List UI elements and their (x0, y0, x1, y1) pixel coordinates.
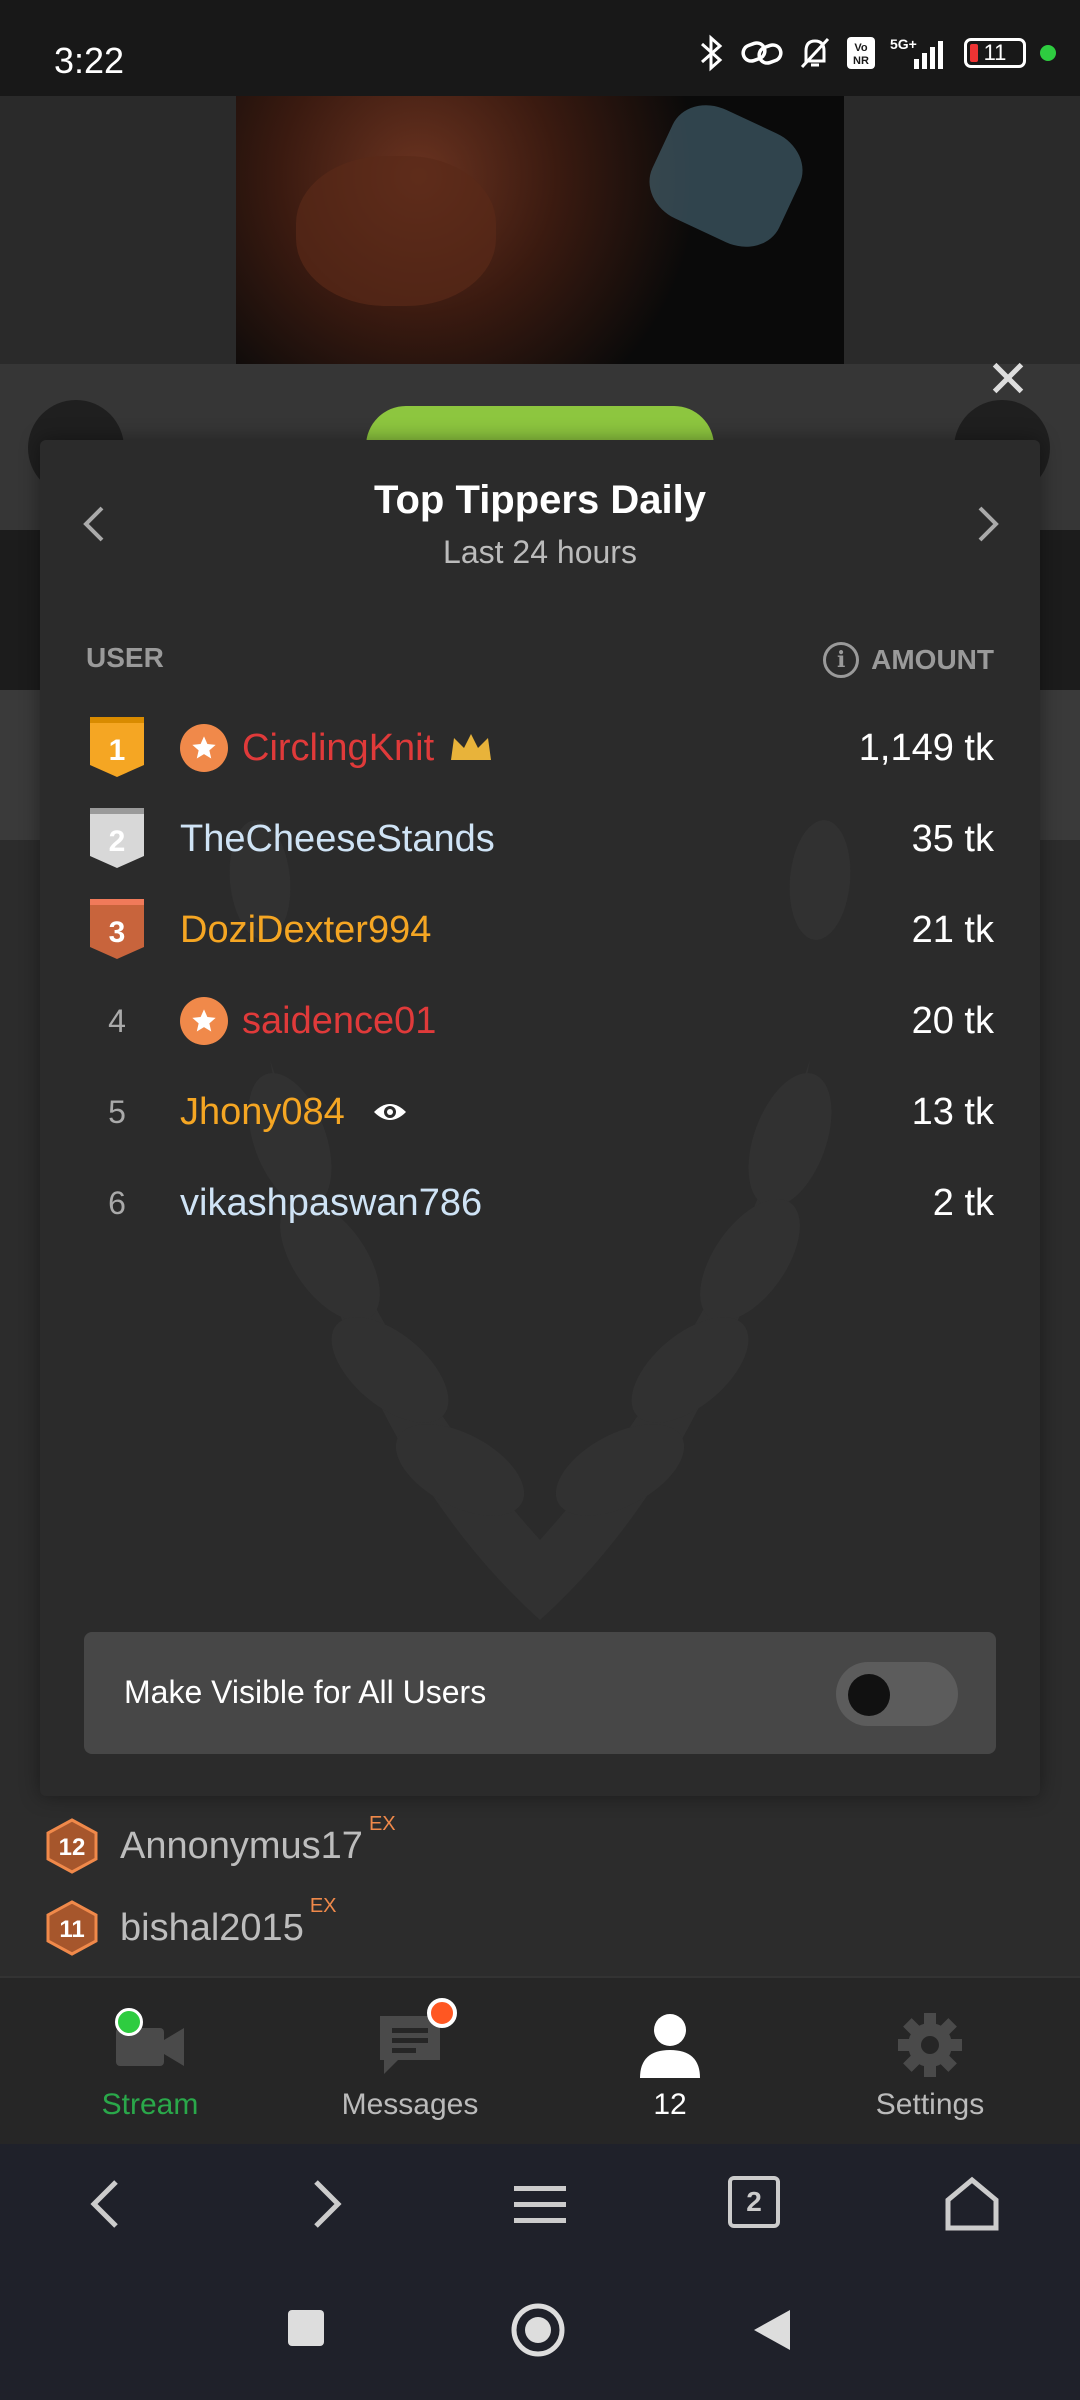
column-header-amount[interactable]: i AMOUNT (823, 642, 994, 678)
unread-badge-dot (427, 1998, 457, 2028)
status-icons: Vo NR 5G+ 11 (698, 34, 1056, 72)
fan-star-icon (180, 724, 228, 772)
gear-icon (898, 2013, 962, 2077)
column-header-user: USER (86, 642, 164, 673)
tip-amount: 1,149 tk (858, 726, 994, 769)
tab-messages[interactable]: Messages (275, 1978, 545, 2146)
username[interactable]: Jhony084 (180, 1091, 345, 1134)
bronze-rank-badge-icon: 3 (90, 899, 144, 959)
tab-label: Settings (875, 2088, 985, 2121)
leaderboard-row[interactable]: 3 DoziDexter994 21 tk (40, 890, 1040, 970)
username[interactable]: bishal2015 (120, 1907, 304, 1950)
video-preview[interactable] (236, 96, 844, 364)
username[interactable]: Annonymus17 (120, 1825, 363, 1868)
rank-number: 6 (108, 1184, 126, 1221)
tip-amount: 20 tk (911, 999, 994, 1042)
home-icon[interactable] (942, 2174, 1002, 2234)
eye-icon (373, 1104, 406, 1120)
list-item[interactable]: 12 Annonymus17 EX (44, 1813, 396, 1874)
close-icon[interactable]: ✕ (980, 352, 1036, 408)
leaderboard-row[interactable]: 5 Jhony084 13 tk (40, 1072, 1040, 1152)
svg-text:NR: NR (853, 55, 869, 67)
visibility-toggle-label: Make Visible for All Users (124, 1674, 487, 1710)
leaderboard-row[interactable]: 1 CirclingKnit 1,149 tk (40, 708, 1040, 788)
menu-icon[interactable] (510, 2174, 570, 2234)
username[interactable]: TheCheeseStands (180, 818, 495, 861)
signal-icon: 5G+ (890, 36, 943, 69)
visibility-toggle[interactable] (836, 1662, 958, 1726)
bluetooth-icon (701, 34, 723, 72)
fan-star-icon (180, 997, 228, 1045)
rank-number: 2 (109, 825, 126, 858)
leaderboard-row[interactable]: 6 vikashpaswan786 2 tk (40, 1163, 1040, 1243)
tab-users[interactable]: 12 (535, 1978, 805, 2146)
forward-arrow-icon[interactable] (294, 2174, 354, 2234)
gold-rank-badge-icon: 1 (90, 717, 144, 777)
battery-icon: 11 (964, 38, 1026, 68)
svg-text:Vo: Vo (854, 42, 868, 54)
system-navigation-bar (0, 2264, 1080, 2400)
username[interactable]: DoziDexter994 (180, 909, 431, 952)
level-badge-icon: 12 (46, 1818, 98, 1874)
silver-rank-badge-icon: 2 (90, 808, 144, 868)
ex-tag: EX (368, 1812, 396, 1835)
leaderboard-row[interactable]: 2 TheCheeseStands 35 tk (40, 799, 1040, 879)
tab-label: 12 (653, 2088, 687, 2121)
status-time: 3:22 (54, 40, 125, 81)
browser-toolbar (0, 2144, 1080, 2264)
volte-icon: VoNR (847, 37, 875, 69)
amount-label: AMOUNT (871, 644, 994, 675)
tab-stream[interactable]: Stream (15, 1978, 285, 2146)
rank-number: 5 (108, 1093, 126, 1130)
network-type: 5G+ (890, 36, 917, 52)
battery-level: 11 (983, 40, 1007, 65)
modal-title: Top Tippers Daily (374, 478, 706, 522)
level-number: 12 (59, 1834, 86, 1861)
rank-number: 1 (109, 734, 126, 767)
rank-number: 4 (108, 1002, 126, 1039)
tab-label: Stream (101, 2088, 199, 2121)
visibility-toggle-panel: Make Visible for All Users (84, 1632, 996, 1754)
level-badge-icon: 11 (46, 1900, 98, 1956)
username[interactable]: CirclingKnit (242, 727, 434, 770)
tip-amount: 21 tk (911, 908, 994, 951)
status-bar: 3:22 Vo NR 5G+ 11 (0, 0, 1080, 96)
ex-tag: EX (309, 1894, 337, 1917)
tab-switcher-button[interactable]: 2 (728, 2176, 780, 2228)
leaderboard-row[interactable]: 4 saidence01 20 tk (40, 981, 1040, 1061)
rank-number: 3 (109, 916, 126, 949)
user-icon (640, 2014, 700, 2078)
back-arrow-icon[interactable] (78, 2174, 138, 2234)
mute-bell-icon (800, 37, 830, 69)
toggle-knob (848, 1674, 890, 1716)
bottom-tab-bar: Stream Messages 12 Settings (0, 1976, 1080, 2146)
username[interactable]: vikashpaswan786 (180, 1182, 482, 1225)
crown-icon (451, 734, 492, 760)
level-number: 11 (59, 1916, 84, 1943)
tab-settings[interactable]: Settings (795, 1978, 1065, 2146)
username[interactable]: saidence01 (242, 1000, 436, 1043)
tab-label: Messages (341, 2088, 479, 2121)
tip-amount: 35 tk (911, 817, 994, 860)
home-circle-icon[interactable] (510, 2302, 566, 2358)
info-icon[interactable]: i (823, 642, 860, 678)
recent-apps-icon[interactable] (286, 2308, 326, 2348)
tip-amount: 13 tk (911, 1090, 994, 1133)
live-status-dot (115, 2008, 143, 2036)
back-triangle-icon[interactable] (750, 2306, 794, 2354)
list-item[interactable]: 11 bishal2015 EX (44, 1895, 337, 1956)
modal-subtitle: Last 24 hours (443, 534, 637, 570)
tip-amount: 2 tk (932, 1181, 994, 1224)
privacy-indicator-dot (1040, 45, 1056, 61)
top-tippers-modal: Top Tippers Daily Last 24 hours USER i A… (40, 440, 1040, 1796)
link-icon (741, 41, 783, 65)
